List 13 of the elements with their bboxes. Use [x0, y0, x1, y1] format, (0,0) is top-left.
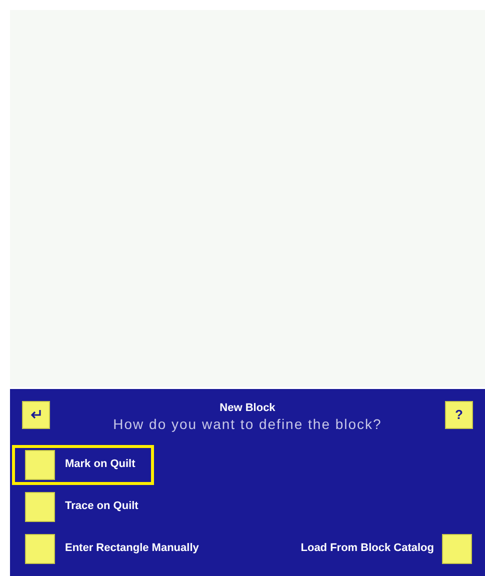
option-button[interactable]: Load From Block Catalog	[292, 528, 477, 569]
option-button[interactable]: Mark on Quilt	[12, 444, 154, 485]
dialog-title: New Block	[220, 400, 276, 415]
return-arrow-icon	[29, 408, 43, 421]
option-button[interactable]: Enter Rectangle Manually	[12, 528, 218, 569]
back-button[interactable]	[22, 400, 50, 429]
option-swatch-icon	[442, 534, 472, 564]
option-swatch-icon	[25, 450, 55, 480]
option-button[interactable]: Trace on Quilt	[12, 486, 158, 527]
option-swatch-icon	[25, 534, 55, 564]
help-button[interactable]: ?	[445, 400, 473, 429]
dialog-prompt: How do you want to define the block?	[113, 414, 382, 433]
option-swatch-icon	[25, 492, 55, 522]
